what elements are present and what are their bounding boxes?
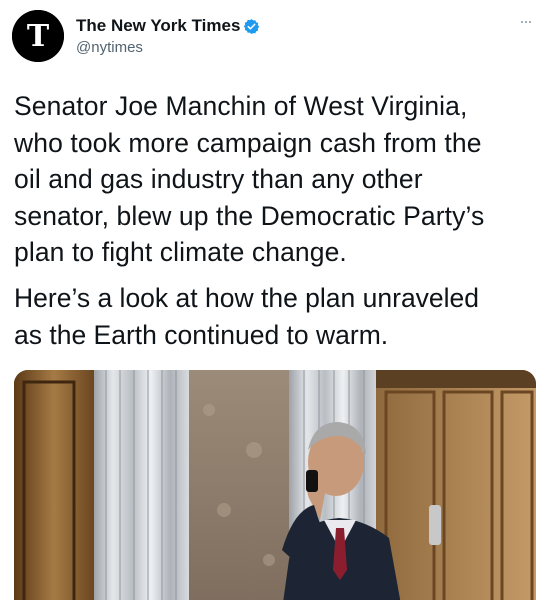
verified-badge-icon [244, 18, 260, 34]
tweet-text-line: who took more campaign cash from the [14, 127, 482, 158]
tweet-photo[interactable] [14, 370, 536, 600]
tweet-text-paragraph-2: Here’s a look at how the plan unraveled … [14, 280, 538, 353]
photo-senator-phone-icon [14, 370, 536, 600]
tweet-text-line: Here’s a look at how the plan unraveled [14, 283, 480, 313]
more-options-icon[interactable] [514, 16, 538, 28]
tweet-header: T The New York Times @nytimes [12, 10, 538, 66]
display-name-row[interactable]: The New York Times [76, 16, 260, 36]
tweet-card[interactable]: T The New York Times @nytimes Senator Jo… [0, 0, 550, 600]
tweet-text-line: senator, blew up the Democratic Party’s [14, 200, 485, 231]
tweet-text-line: plan to fight climate change. [14, 237, 347, 267]
tweet-text-line: Senator Joe Manchin of West Virginia, [14, 91, 468, 121]
tweet-text-line: as the Earth continued to warm. [14, 319, 389, 350]
tweet-text-paragraph-1: Senator Joe Manchin of West Virginia, wh… [14, 88, 538, 271]
avatar[interactable]: T [12, 10, 64, 62]
display-name[interactable]: The New York Times [76, 16, 240, 36]
account-handle[interactable]: @nytimes [76, 39, 260, 56]
account-names: The New York Times @nytimes [76, 16, 260, 56]
tweet-text-line: oil and gas industry than any other [14, 164, 423, 194]
svg-text:T: T [27, 19, 50, 54]
nyt-logo-icon: T [12, 10, 64, 62]
